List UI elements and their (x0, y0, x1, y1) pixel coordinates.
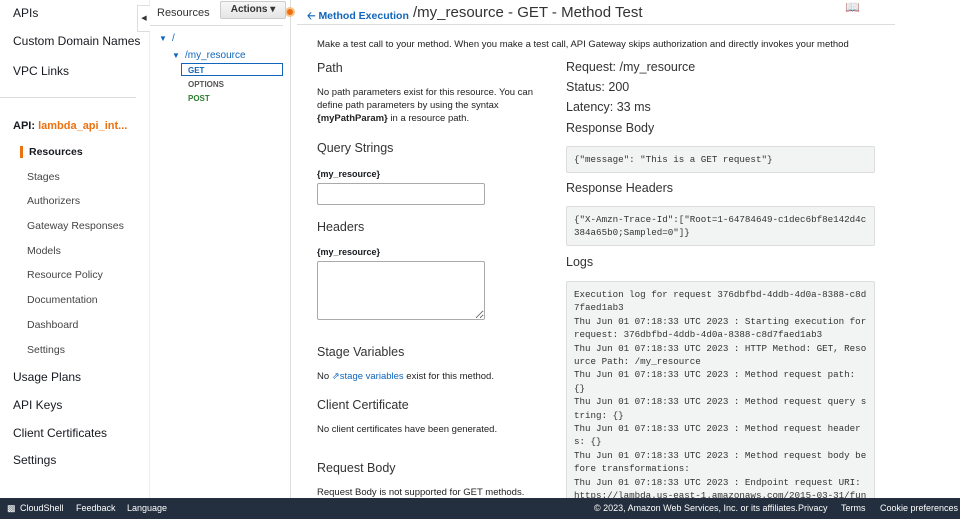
method-options[interactable]: OPTIONS (188, 80, 224, 89)
nav-apis[interactable]: APIs (13, 6, 38, 20)
headers-label: {my_resource} (317, 247, 381, 257)
nav-resources[interactable]: Resources (29, 146, 83, 158)
nav-resource-policy[interactable]: Resource Policy (27, 269, 103, 281)
sv-post: exist for this method. (403, 371, 494, 382)
api-name[interactable]: lambda_api_int... (38, 120, 127, 132)
method-test-panel: 🡠 Method Execution /my_resource - GET - … (297, 0, 897, 511)
stage-variables-heading: Stage Variables (317, 345, 405, 359)
nav-client-certificates[interactable]: Client Certificates (13, 426, 107, 440)
headers-heading: Headers (317, 220, 365, 234)
nav-settings[interactable]: Settings (13, 453, 56, 467)
path-syntax: {myPathParam} (317, 113, 388, 124)
caret-down-icon[interactable]: ▼ (159, 34, 167, 43)
query-strings-heading: Query Strings (317, 141, 394, 155)
nav-documentation[interactable]: Documentation (27, 294, 98, 306)
path-heading: Path (317, 61, 343, 75)
nav-usage-plans[interactable]: Usage Plans (13, 370, 81, 384)
intro-text: Make a test call to your method. When yo… (317, 39, 849, 50)
book-icon[interactable]: 📖 (845, 0, 860, 14)
nav-authorizers[interactable]: Authorizers (27, 195, 80, 207)
nav-dashboard[interactable]: Dashboard (27, 319, 78, 331)
nav-stages[interactable]: Stages (27, 171, 60, 183)
divider (0, 97, 136, 98)
feedback-link[interactable]: Feedback (76, 498, 116, 519)
back-label: Method Execution (318, 10, 409, 22)
api-prefix: API: (13, 120, 35, 132)
query-string-input[interactable] (317, 183, 485, 205)
privacy-link[interactable]: Privacy (798, 498, 828, 519)
cloudshell-icon[interactable]: ▩ (7, 498, 16, 519)
response-headers-heading: Response Headers (566, 181, 674, 195)
arrow-left-icon: 🡠 (307, 10, 319, 22)
nav-custom-domain-names[interactable]: Custom Domain Names (13, 34, 140, 48)
query-string-label: {my_resource} (317, 169, 381, 179)
actions-dropdown[interactable]: Actions ▾ (220, 1, 286, 19)
latency: Latency: 33 ms (566, 100, 651, 114)
api-label: API: lambda_api_int... (13, 120, 127, 132)
cloudshell-link[interactable]: CloudShell (20, 498, 64, 519)
request-path: Request: /my_resource (566, 60, 696, 74)
tree-my-resource[interactable]: /my_resource (185, 50, 246, 61)
footer: ▩ CloudShell Feedback Language © 2023, A… (0, 498, 960, 519)
drag-handle[interactable] (285, 7, 295, 17)
cookie-preferences-link[interactable]: Cookie preferences (880, 498, 958, 519)
method-get[interactable]: GET (188, 66, 204, 75)
logs-box[interactable]: Execution log for request 376dbfbd-4ddb-… (566, 281, 875, 511)
response-status: Status: 200 (566, 80, 630, 94)
left-nav: APIs Custom Domain Names VPC Links API: … (0, 0, 150, 498)
nav-gateway-responses[interactable]: Gateway Responses (27, 220, 124, 232)
method-post[interactable]: POST (188, 94, 210, 103)
page-title: /my_resource - GET - Method Test (413, 4, 643, 21)
nav-api-keys[interactable]: API Keys (13, 398, 62, 412)
request-body-heading: Request Body (317, 461, 396, 475)
external-link-icon: ⇗ (331, 371, 340, 382)
path-text: No path parameters exist for this resour… (317, 86, 552, 125)
nav-vpc-links[interactable]: VPC Links (13, 64, 69, 78)
client-certificate-text: No client certificates have been generat… (317, 424, 498, 435)
language-link[interactable]: Language (127, 498, 167, 519)
terms-link[interactable]: Terms (841, 498, 866, 519)
response-body-heading: Response Body (566, 121, 655, 135)
copyright: © 2023, Amazon Web Services, Inc. or its… (594, 503, 798, 513)
tree-root[interactable]: / (172, 33, 175, 44)
path-text-1: No path parameters exist for this resour… (317, 87, 533, 111)
sv-pre: No (317, 371, 332, 382)
path-text-2: in a resource path. (387, 113, 470, 124)
response-body: {"message": "This is a GET request"} (566, 146, 875, 173)
collapse-nav-button[interactable]: ◀ (137, 5, 150, 32)
resources-title: Resources (157, 7, 210, 19)
nav-models[interactable]: Models (27, 245, 61, 257)
stage-variables-link[interactable]: stage variables (340, 371, 404, 382)
client-certificate-heading: Client Certificate (317, 398, 409, 412)
nav-api-settings[interactable]: Settings (27, 344, 65, 356)
resources-panel: Resources Actions ▾ ▼ / ▼ /my_resource G… (150, 0, 291, 498)
headers-textarea[interactable] (317, 261, 485, 320)
caret-down-icon[interactable]: ▼ (172, 51, 180, 60)
divider (150, 25, 283, 26)
active-indicator (20, 146, 23, 158)
logs-heading: Logs (566, 255, 594, 269)
divider (297, 24, 895, 25)
stage-variables-text: No ⇗stage variables exist for this metho… (317, 370, 494, 383)
response-headers: {"X-Amzn-Trace-Id":["Root=1-64784649-c1d… (566, 206, 875, 246)
